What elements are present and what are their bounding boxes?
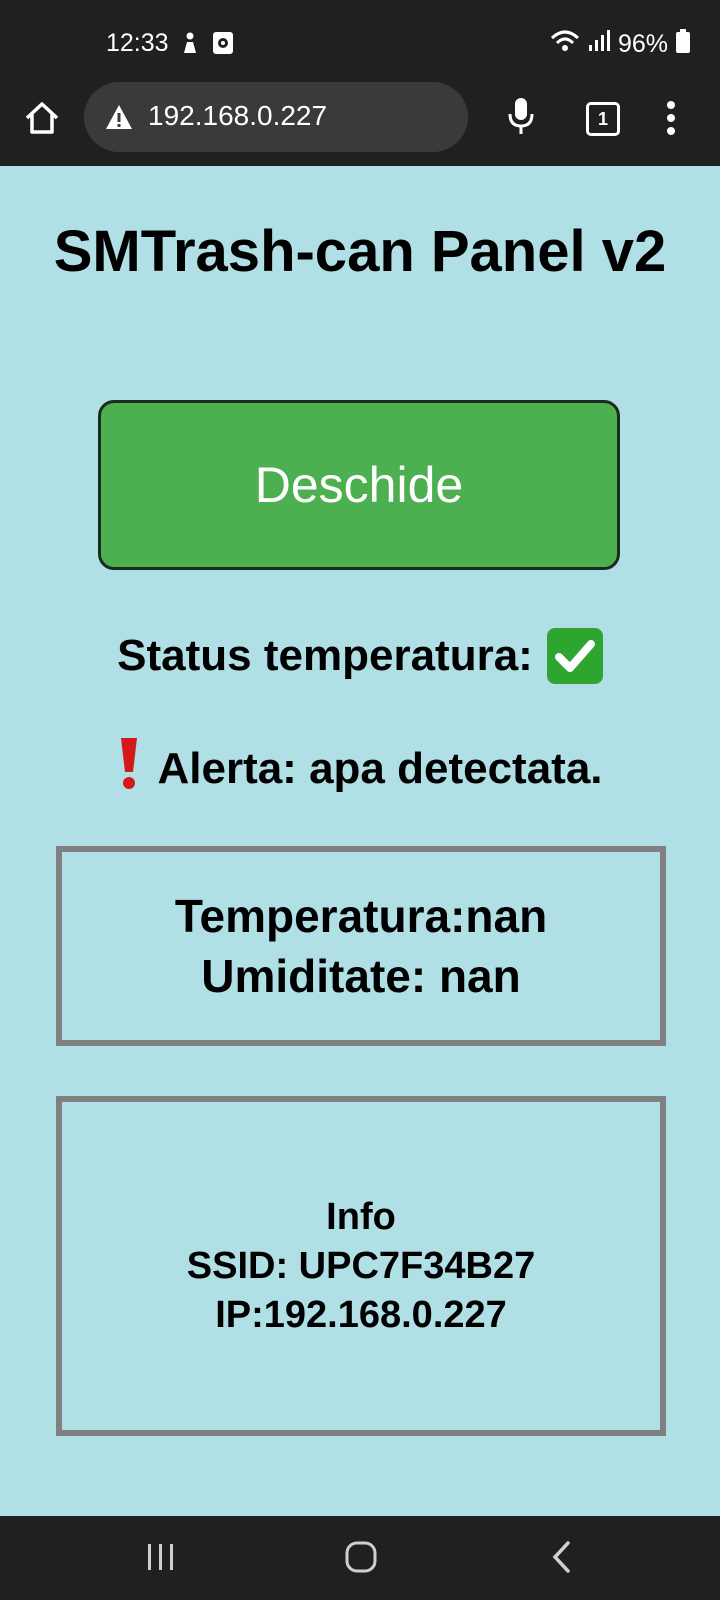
status-icons: 96% xyxy=(550,29,690,60)
home-icon[interactable] xyxy=(22,98,62,138)
check-icon xyxy=(546,628,603,684)
ip-value: IP:192.168.0.227 xyxy=(215,1293,507,1336)
temperature-status: Status temperatura: xyxy=(0,628,720,684)
mic-icon[interactable] xyxy=(506,96,536,141)
page-title: SMTrash-can Panel v2 xyxy=(53,219,667,284)
info-panel: Info SSID: UPC7F34B27 IP:192.168.0.227 xyxy=(56,1096,666,1436)
back-icon[interactable] xyxy=(550,1540,574,1579)
temperature-status-label: Status temperatura: xyxy=(117,631,533,680)
clock: 12:33 xyxy=(106,29,169,57)
ssid-value: SSID: UPC7F34B27 xyxy=(186,1244,536,1287)
media-icon xyxy=(212,31,234,60)
wifi-icon xyxy=(550,29,580,60)
battery-text: 96% xyxy=(617,30,668,58)
more-vert-icon[interactable] xyxy=(666,100,676,141)
recent-apps-icon[interactable] xyxy=(146,1542,176,1577)
info-heading: Info xyxy=(326,1195,396,1238)
tabs-button[interactable]: 1 xyxy=(586,102,620,136)
browser-toolbar: 192.168.0.227 1 xyxy=(0,82,720,166)
warning-icon[interactable] xyxy=(104,103,134,136)
humidity-value: Umiditate: nan xyxy=(201,950,521,1002)
open-button[interactable]: Deschide xyxy=(98,400,620,570)
status-bar: 12:33 96% xyxy=(0,0,720,82)
signal-icon xyxy=(588,29,610,60)
alert-line: Alerta: apa detectata. xyxy=(0,736,720,801)
person-icon xyxy=(178,31,202,60)
system-nav-bar xyxy=(0,1516,720,1600)
address-bar[interactable]: 192.168.0.227 xyxy=(84,82,468,152)
alert-text: Alerta: apa detectata. xyxy=(157,743,603,793)
url-text[interactable]: 192.168.0.227 xyxy=(148,100,327,132)
sensor-panel: Temperatura:nan Umiditate: nan xyxy=(56,846,666,1046)
nav-home-icon[interactable] xyxy=(344,1540,378,1579)
temperature-value: Temperatura:nan xyxy=(174,890,548,942)
battery-icon xyxy=(676,29,690,60)
exclamation-icon xyxy=(117,736,141,801)
